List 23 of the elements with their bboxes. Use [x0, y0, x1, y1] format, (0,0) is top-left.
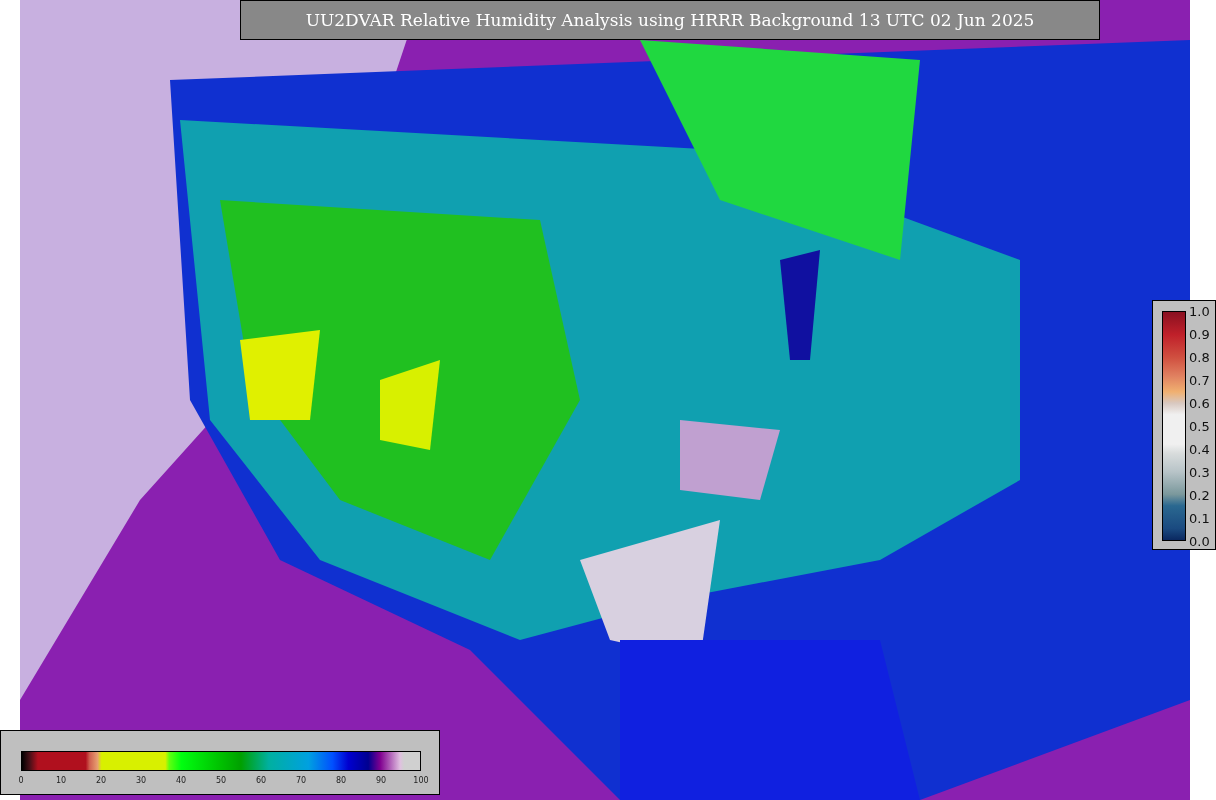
colorbar-tick-label: 0.3: [1189, 464, 1210, 480]
colorbar-tick-label: 100: [413, 776, 429, 785]
colorbar-tick-label: 0: [18, 776, 24, 785]
colorbar-tick-label: 0.4: [1189, 441, 1210, 457]
colorbar-tick-label: 0.5: [1189, 418, 1210, 434]
colorbar-tick-label: 50: [215, 776, 227, 785]
colorbar-tick-label: 30: [135, 776, 147, 785]
colorbar-tick-label: 80: [335, 776, 347, 785]
colorbar-tick-label: 20: [95, 776, 107, 785]
colorbar-tick-label: 0.8: [1189, 349, 1210, 365]
colorbar-tick-label: 70: [295, 776, 307, 785]
colorbar-tick-label: 40: [175, 776, 187, 785]
colorbar-tick-label: 0.9: [1189, 326, 1210, 342]
colorbar-tick-label: 10: [55, 776, 67, 785]
colorbar-tick-label: 0.7: [1189, 372, 1210, 388]
colorbar-tick-label: 0.0: [1189, 533, 1210, 549]
colorbar-tick-label: 0.2: [1189, 487, 1210, 503]
colorbar-tick-label: 0.1: [1189, 510, 1210, 526]
map-title: UU2DVAR Relative Humidity Analysis using HRRR Background 13 UTC 02 Jun 2025: [240, 0, 1100, 40]
colorbar-tick-label: 0.6: [1189, 395, 1210, 411]
colorbar-tick-label: 1.0: [1189, 303, 1210, 319]
colorbar-tick-label: 60: [255, 776, 267, 785]
colorbar-tick-label: 90: [375, 776, 387, 785]
